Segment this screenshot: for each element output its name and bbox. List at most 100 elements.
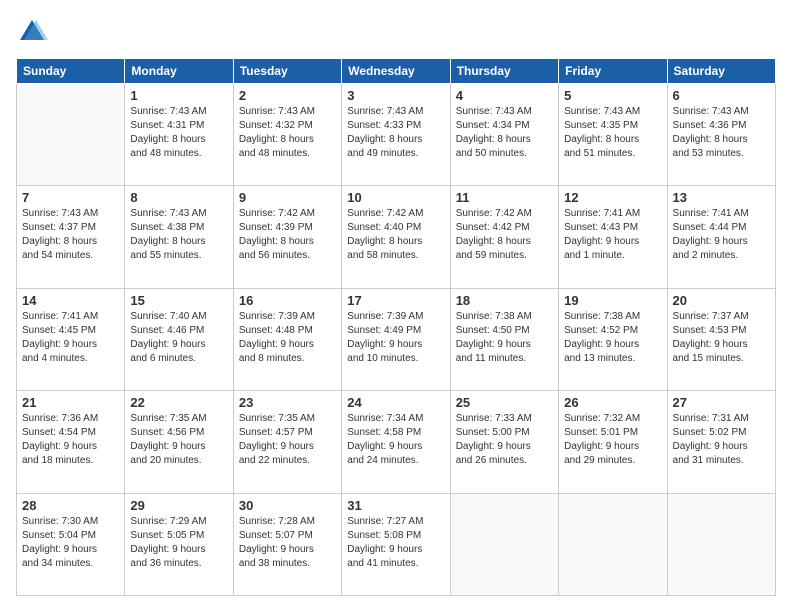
- calendar-cell: 7Sunrise: 7:43 AMSunset: 4:37 PMDaylight…: [17, 186, 125, 288]
- calendar-cell: [559, 493, 667, 595]
- day-number: 14: [22, 293, 119, 308]
- calendar-cell: 6 Sunrise: 7:43 AMSunset: 4:36 PMDaylight…: [667, 84, 775, 186]
- day-number: 2: [239, 88, 336, 103]
- day-info: Sunrise: 7:41 AMSunset: 4:44 PMDaylight:…: [673, 207, 770, 263]
- day-number: 6: [673, 88, 770, 103]
- calendar-cell: 12 Sunrise: 7:41 AMSunset: 4:43 PMDayligh…: [559, 186, 667, 288]
- day-info: Sunrise: 7:38 AMSunset: 4:50 PMDaylight:…: [456, 310, 553, 366]
- calendar-table: SundayMondayTuesdayWednesdayThursdayFrid…: [16, 58, 776, 596]
- day-info: Sunrise: 7:43 AMSunset: 4:36 PMDaylight:…: [673, 105, 770, 161]
- calendar-cell: [667, 493, 775, 595]
- day-info: Sunrise: 7:31 AMSunset: 5:02 PMDaylight:…: [673, 412, 770, 468]
- day-number: 18: [456, 293, 553, 308]
- calendar-header-friday: Friday: [559, 59, 667, 84]
- day-info: Sunrise: 7:40 AMSunset: 4:46 PMDaylight:…: [130, 310, 227, 366]
- day-info: Sunrise: 7:42 AMSunset: 4:39 PMDaylight:…: [239, 207, 336, 263]
- day-number: 29: [130, 498, 227, 513]
- calendar-header-monday: Monday: [125, 59, 233, 84]
- day-info: Sunrise: 7:28 AMSunset: 5:07 PMDaylight:…: [239, 515, 336, 571]
- day-info: Sunrise: 7:41 AMSunset: 4:43 PMDaylight:…: [564, 207, 661, 263]
- calendar-header-saturday: Saturday: [667, 59, 775, 84]
- calendar-cell: [17, 84, 125, 186]
- day-number: 23: [239, 395, 336, 410]
- calendar-header-thursday: Thursday: [450, 59, 558, 84]
- calendar-cell: 3 Sunrise: 7:43 AMSunset: 4:33 PMDaylight…: [342, 84, 450, 186]
- day-number: 27: [673, 395, 770, 410]
- day-info: Sunrise: 7:38 AMSunset: 4:52 PMDaylight:…: [564, 310, 661, 366]
- day-number: 8: [130, 190, 227, 205]
- calendar-header-row: SundayMondayTuesdayWednesdayThursdayFrid…: [17, 59, 776, 84]
- calendar-cell: [450, 493, 558, 595]
- calendar-cell: 1 Sunrise: 7:43 AMSunset: 4:31 PMDaylight…: [125, 84, 233, 186]
- day-info: Sunrise: 7:42 AMSunset: 4:40 PMDaylight:…: [347, 207, 444, 263]
- day-number: 21: [22, 395, 119, 410]
- header: [16, 16, 776, 48]
- day-info: Sunrise: 7:34 AMSunset: 4:58 PMDaylight:…: [347, 412, 444, 468]
- day-number: 5: [564, 88, 661, 103]
- calendar-cell: 2Sunrise: 7:43 AMSunset: 4:32 PMDaylight…: [233, 84, 341, 186]
- day-number: 19: [564, 293, 661, 308]
- calendar-cell: 20Sunrise: 7:37 AMSunset: 4:53 PMDayligh…: [667, 288, 775, 390]
- calendar-cell: 26Sunrise: 7:32 AMSunset: 5:01 PMDayligh…: [559, 391, 667, 493]
- calendar-week-row: 14Sunrise: 7:41 AMSunset: 4:45 PMDayligh…: [17, 288, 776, 390]
- calendar-cell: 25 Sunrise: 7:33 AMSunset: 5:00 PMDayligh…: [450, 391, 558, 493]
- day-number: 22: [130, 395, 227, 410]
- day-number: 4: [456, 88, 553, 103]
- logo-icon: [16, 16, 48, 48]
- day-info: Sunrise: 7:36 AMSunset: 4:54 PMDaylight:…: [22, 412, 119, 468]
- calendar-header-sunday: Sunday: [17, 59, 125, 84]
- calendar-cell: 11Sunrise: 7:42 AMSunset: 4:42 PMDayligh…: [450, 186, 558, 288]
- day-info: Sunrise: 7:43 AMSunset: 4:37 PMDaylight:…: [22, 207, 119, 263]
- day-info: Sunrise: 7:43 AMSunset: 4:31 PMDaylight:…: [130, 105, 227, 161]
- day-number: 17: [347, 293, 444, 308]
- day-number: 30: [239, 498, 336, 513]
- calendar-week-row: 1 Sunrise: 7:43 AMSunset: 4:31 PMDaylight…: [17, 84, 776, 186]
- day-info: Sunrise: 7:42 AMSunset: 4:42 PMDaylight:…: [456, 207, 553, 263]
- day-info: Sunrise: 7:43 AMSunset: 4:34 PMDaylight:…: [456, 105, 553, 161]
- day-info: Sunrise: 7:37 AMSunset: 4:53 PMDaylight:…: [673, 310, 770, 366]
- day-info: Sunrise: 7:30 AMSunset: 5:04 PMDaylight:…: [22, 515, 119, 571]
- day-number: 24: [347, 395, 444, 410]
- calendar-cell: 4 Sunrise: 7:43 AMSunset: 4:34 PMDaylight…: [450, 84, 558, 186]
- page: SundayMondayTuesdayWednesdayThursdayFrid…: [0, 0, 792, 612]
- day-number: 31: [347, 498, 444, 513]
- day-info: Sunrise: 7:43 AMSunset: 4:33 PMDaylight:…: [347, 105, 444, 161]
- day-info: Sunrise: 7:35 AMSunset: 4:57 PMDaylight:…: [239, 412, 336, 468]
- day-info: Sunrise: 7:35 AMSunset: 4:56 PMDaylight:…: [130, 412, 227, 468]
- calendar-cell: 23 Sunrise: 7:35 AMSunset: 4:57 PMDayligh…: [233, 391, 341, 493]
- calendar-cell: 22 Sunrise: 7:35 AMSunset: 4:56 PMDayligh…: [125, 391, 233, 493]
- day-number: 28: [22, 498, 119, 513]
- calendar-week-row: 28 Sunrise: 7:30 AMSunset: 5:04 PMDayligh…: [17, 493, 776, 595]
- calendar-cell: 17 Sunrise: 7:39 AMSunset: 4:49 PMDayligh…: [342, 288, 450, 390]
- calendar-header-wednesday: Wednesday: [342, 59, 450, 84]
- day-number: 12: [564, 190, 661, 205]
- day-number: 16: [239, 293, 336, 308]
- calendar-cell: 10 Sunrise: 7:42 AMSunset: 4:40 PMDayligh…: [342, 186, 450, 288]
- calendar-cell: 13Sunrise: 7:41 AMSunset: 4:44 PMDayligh…: [667, 186, 775, 288]
- day-info: Sunrise: 7:39 AMSunset: 4:49 PMDaylight:…: [347, 310, 444, 366]
- calendar-cell: 14Sunrise: 7:41 AMSunset: 4:45 PMDayligh…: [17, 288, 125, 390]
- logo: [16, 16, 52, 48]
- calendar-cell: 18 Sunrise: 7:38 AMSunset: 4:50 PMDayligh…: [450, 288, 558, 390]
- day-number: 25: [456, 395, 553, 410]
- calendar-week-row: 7Sunrise: 7:43 AMSunset: 4:37 PMDaylight…: [17, 186, 776, 288]
- calendar-cell: 29Sunrise: 7:29 AMSunset: 5:05 PMDayligh…: [125, 493, 233, 595]
- day-info: Sunrise: 7:43 AMSunset: 4:38 PMDaylight:…: [130, 207, 227, 263]
- calendar-cell: 21 Sunrise: 7:36 AMSunset: 4:54 PMDayligh…: [17, 391, 125, 493]
- day-number: 1: [130, 88, 227, 103]
- day-info: Sunrise: 7:33 AMSunset: 5:00 PMDaylight:…: [456, 412, 553, 468]
- calendar-cell: 30 Sunrise: 7:28 AMSunset: 5:07 PMDayligh…: [233, 493, 341, 595]
- day-number: 9: [239, 190, 336, 205]
- calendar-cell: 8 Sunrise: 7:43 AMSunset: 4:38 PMDaylight…: [125, 186, 233, 288]
- day-info: Sunrise: 7:39 AMSunset: 4:48 PMDaylight:…: [239, 310, 336, 366]
- day-info: Sunrise: 7:43 AMSunset: 4:35 PMDaylight:…: [564, 105, 661, 161]
- calendar-cell: 24 Sunrise: 7:34 AMSunset: 4:58 PMDayligh…: [342, 391, 450, 493]
- calendar-cell: 19 Sunrise: 7:38 AMSunset: 4:52 PMDayligh…: [559, 288, 667, 390]
- calendar-header-tuesday: Tuesday: [233, 59, 341, 84]
- day-number: 3: [347, 88, 444, 103]
- day-info: Sunrise: 7:27 AMSunset: 5:08 PMDaylight:…: [347, 515, 444, 571]
- calendar-cell: 27 Sunrise: 7:31 AMSunset: 5:02 PMDayligh…: [667, 391, 775, 493]
- day-number: 15: [130, 293, 227, 308]
- day-number: 10: [347, 190, 444, 205]
- calendar-cell: 9 Sunrise: 7:42 AMSunset: 4:39 PMDaylight…: [233, 186, 341, 288]
